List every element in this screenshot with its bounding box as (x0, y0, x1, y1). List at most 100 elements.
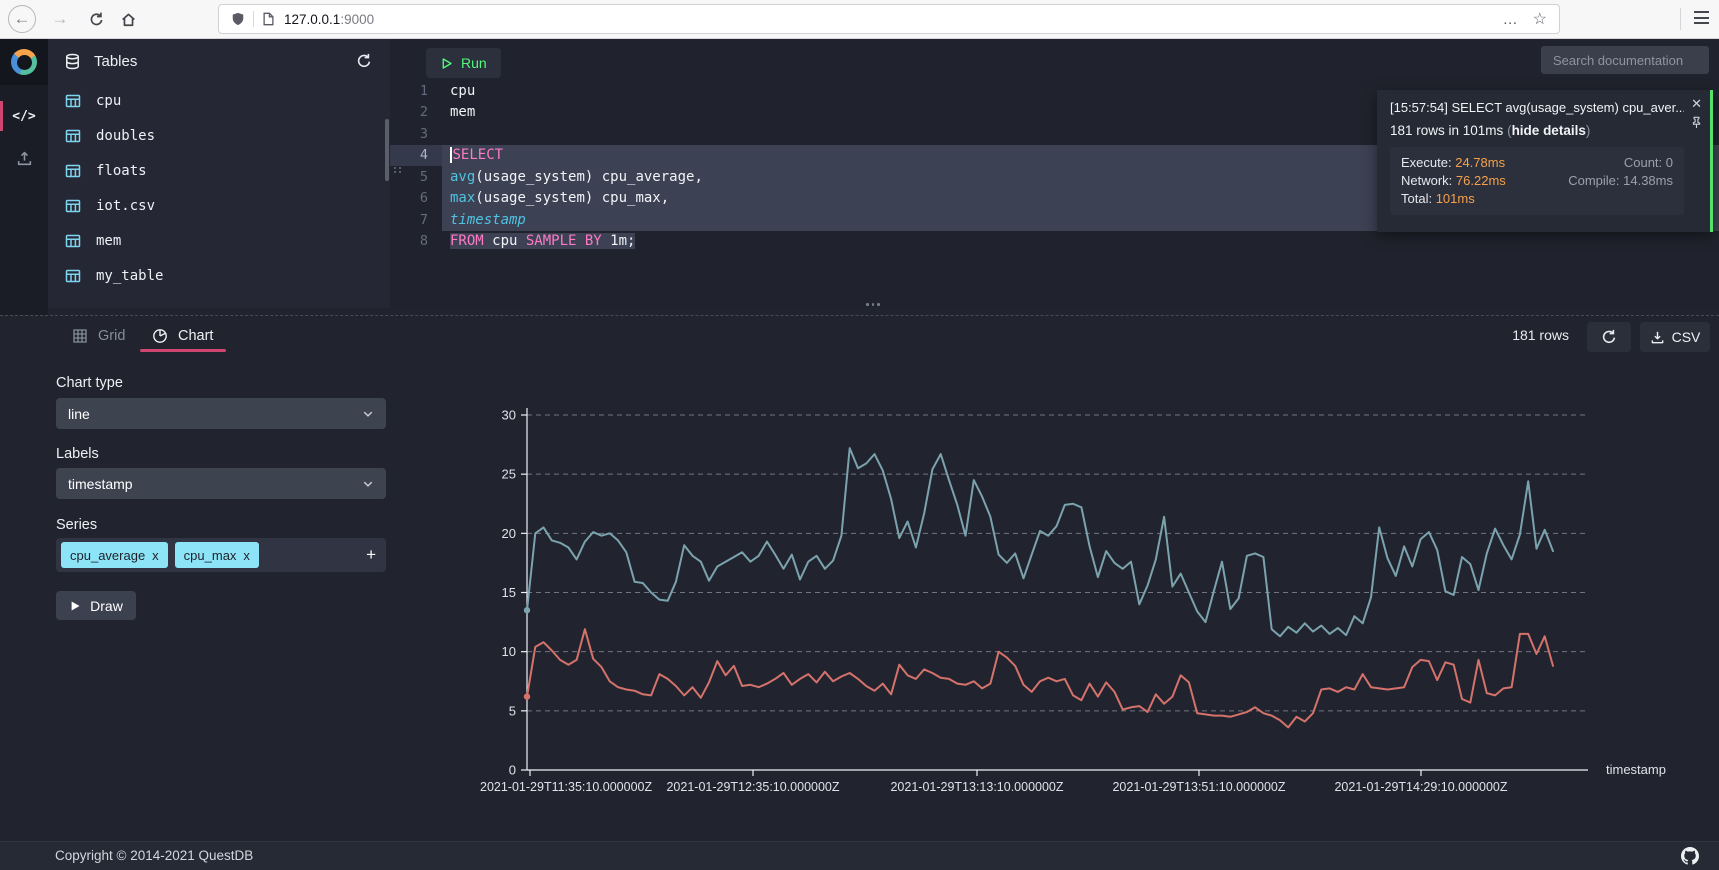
table-item-cpu[interactable]: cpu (48, 83, 390, 118)
tables-refresh-button[interactable] (348, 45, 380, 77)
series-input[interactable]: cpu_averagex cpu_maxx + (56, 538, 386, 572)
line-number: 3 (390, 123, 442, 145)
svg-text:2021-01-29T14:29:10.000000Z: 2021-01-29T14:29:10.000000Z (1334, 780, 1507, 794)
table-icon (65, 233, 81, 249)
search-documentation-input[interactable] (1541, 46, 1709, 74)
rows-count: 181 rows (1512, 327, 1569, 343)
shield-icon[interactable] (231, 12, 245, 26)
tables-list: cpu doubles floats iot.csv mem my_table (48, 83, 390, 293)
svg-text:0: 0 (509, 763, 516, 778)
chart-type-select[interactable]: line (56, 398, 386, 429)
text-cursor (450, 147, 452, 163)
sidebar-item-import[interactable] (0, 143, 48, 173)
svg-text:30: 30 (502, 408, 516, 423)
browser-reload-icon[interactable] (82, 5, 110, 33)
table-name: doubles (96, 128, 155, 144)
line-number: 4 (390, 145, 442, 167)
series-chip-cpu_average[interactable]: cpu_averagex (61, 542, 168, 568)
sidebar-item-console[interactable]: </> (0, 97, 48, 135)
svg-text:2021-01-29T13:51:10.000000Z: 2021-01-29T13:51:10.000000Z (1112, 780, 1285, 794)
close-icon[interactable]: ✕ (1691, 96, 1702, 112)
url-bar[interactable]: 127.0.0.1:9000 … ☆ (218, 4, 1560, 34)
copyright-text: Copyright © 2014-2021 QuestDB (55, 848, 253, 863)
results-panel: Grid Chart 181 rows CSV Chart type line … (0, 315, 1719, 841)
grid-icon (72, 328, 88, 344)
table-name: my_table (96, 268, 163, 284)
tab-chart[interactable]: Chart (152, 322, 213, 350)
line-number: 7 (390, 209, 442, 231)
browser-back-icon[interactable]: ← (8, 5, 36, 33)
svg-text:2021-01-29T11:35:10.000000Z: 2021-01-29T11:35:10.000000Z (480, 780, 652, 794)
upload-icon (16, 150, 33, 167)
svg-text:2021-01-29T12:35:10.000000Z: 2021-01-29T12:35:10.000000Z (666, 780, 839, 794)
labels-label: Labels (56, 446, 99, 462)
tables-scrollbar[interactable] (385, 119, 389, 181)
table-icon (65, 163, 81, 179)
browser-menu-icon[interactable] (1694, 11, 1709, 24)
active-indicator (0, 101, 3, 131)
svg-text:timestamp: timestamp (1606, 762, 1666, 777)
browser-forward-icon[interactable]: → (46, 5, 74, 33)
table-item-mem[interactable]: mem (48, 223, 390, 258)
series-chip-cpu_max[interactable]: cpu_maxx (175, 542, 259, 568)
table-item-doubles[interactable]: doubles (48, 118, 390, 153)
line-chart[interactable]: 0510152025302021-01-29T11:35:10.000000Z2… (400, 396, 1700, 826)
tab-grid[interactable]: Grid (72, 322, 125, 350)
query-notification: [15:57:54] SELECT avg(usage_system) cpu_… (1377, 90, 1713, 232)
chart-type-label: Chart type (56, 375, 123, 391)
labels-select[interactable]: timestamp (56, 468, 386, 499)
line-number: 2 (390, 102, 442, 124)
line-number: 6 (390, 188, 442, 210)
draw-button[interactable]: Draw (56, 591, 136, 620)
run-button[interactable]: Run (426, 48, 501, 78)
pie-chart-icon (152, 328, 168, 344)
csv-download-button[interactable]: CSV (1640, 322, 1710, 352)
svg-text:25: 25 (502, 467, 516, 482)
table-item-my_table[interactable]: my_table (48, 258, 390, 293)
chevron-down-icon (362, 408, 374, 420)
table-item-iot.csv[interactable]: iot.csv (48, 188, 390, 223)
download-icon (1650, 330, 1665, 345)
notification-stats: Execute: 24.78ms Network: 76.22ms Total:… (1390, 147, 1684, 215)
page-icon[interactable] (262, 12, 275, 26)
tables-title: Tables (94, 53, 137, 70)
add-series-button[interactable]: + (366, 545, 376, 565)
chip-remove-icon[interactable]: x (152, 548, 159, 563)
svg-text:15: 15 (502, 585, 516, 600)
table-name: iot.csv (96, 198, 155, 214)
tables-header: Tables (48, 39, 390, 83)
svg-text:20: 20 (502, 526, 516, 541)
database-icon (64, 53, 81, 70)
editor-line-8[interactable]: 8FROM cpu SAMPLE BY 1m; (390, 231, 1719, 253)
chevron-down-icon (362, 478, 374, 490)
pin-icon[interactable] (1691, 116, 1702, 129)
svg-text:2021-01-29T13:13:10.000000Z: 2021-01-29T13:13:10.000000Z (890, 780, 1063, 794)
svg-text:5: 5 (509, 703, 516, 718)
table-icon (65, 128, 81, 144)
footer: Copyright © 2014-2021 QuestDB (0, 841, 1719, 870)
toolbar-divider (1680, 8, 1681, 30)
table-item-floats[interactable]: floats (48, 153, 390, 188)
horizontal-splitter-handle[interactable] (866, 303, 880, 306)
line-number: 8 (390, 231, 442, 253)
tables-panel: Tables cpu doubles floats iot.csv mem my_tabl… (48, 39, 390, 308)
browser-toolbar: ← → 127.0.0.1:9000 … ☆ (0, 0, 1719, 39)
github-icon[interactable] (1681, 847, 1699, 865)
active-tab-underline (140, 349, 226, 352)
play-outline-icon (440, 57, 453, 70)
table-name: floats (96, 163, 147, 179)
bookmark-star-icon[interactable]: ☆ (1533, 9, 1547, 29)
notification-summary: 181 rows in 101ms (hide details) (1390, 123, 1684, 138)
hide-details-link[interactable]: hide details (1512, 123, 1586, 138)
line-number: 1 (390, 80, 442, 102)
refresh-icon (1601, 329, 1617, 345)
questdb-console: ← → 127.0.0.1:9000 … ☆ </> (0, 0, 1719, 870)
series-label: Series (56, 517, 97, 533)
questdb-logo[interactable] (0, 39, 48, 85)
browser-home-icon[interactable] (114, 5, 142, 33)
results-refresh-button[interactable] (1587, 322, 1631, 352)
chip-remove-icon[interactable]: x (243, 548, 250, 563)
notification-title: [15:57:54] SELECT avg(usage_system) cpu_… (1390, 100, 1684, 115)
table-icon (65, 93, 81, 109)
page-actions-icon[interactable]: … (1503, 11, 1519, 28)
